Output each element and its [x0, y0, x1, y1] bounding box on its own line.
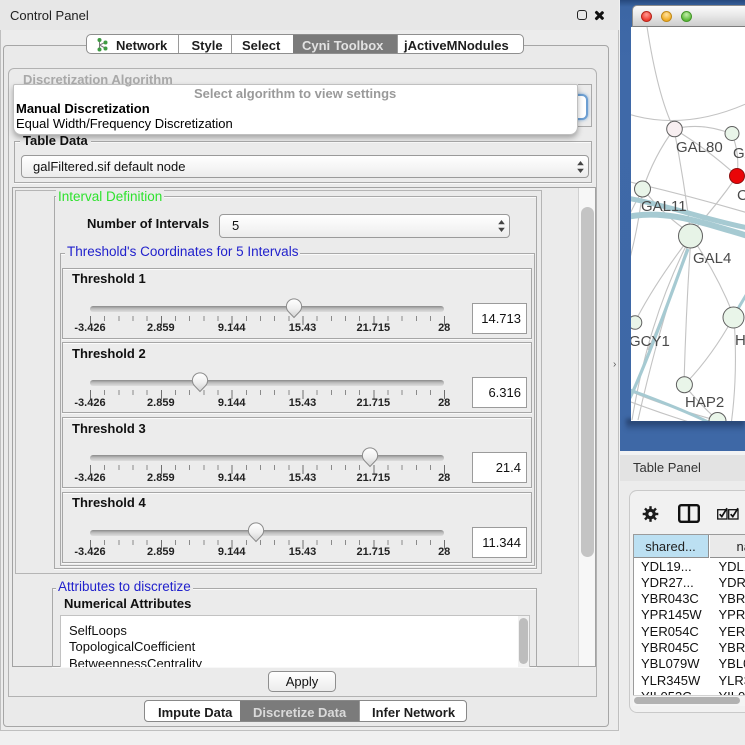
svg-text:GAL80: GAL80 — [676, 139, 723, 156]
svg-text:CA: CA — [737, 187, 745, 204]
svg-text:GAL4: GAL4 — [693, 250, 731, 267]
svg-text:GCY1: GCY1 — [631, 333, 670, 350]
svg-text:HA: HA — [735, 332, 745, 349]
svg-text:GAL11: GAL11 — [641, 198, 687, 215]
svg-text:HAP2: HAP2 — [685, 394, 724, 411]
svg-text:GA: GA — [733, 145, 745, 162]
